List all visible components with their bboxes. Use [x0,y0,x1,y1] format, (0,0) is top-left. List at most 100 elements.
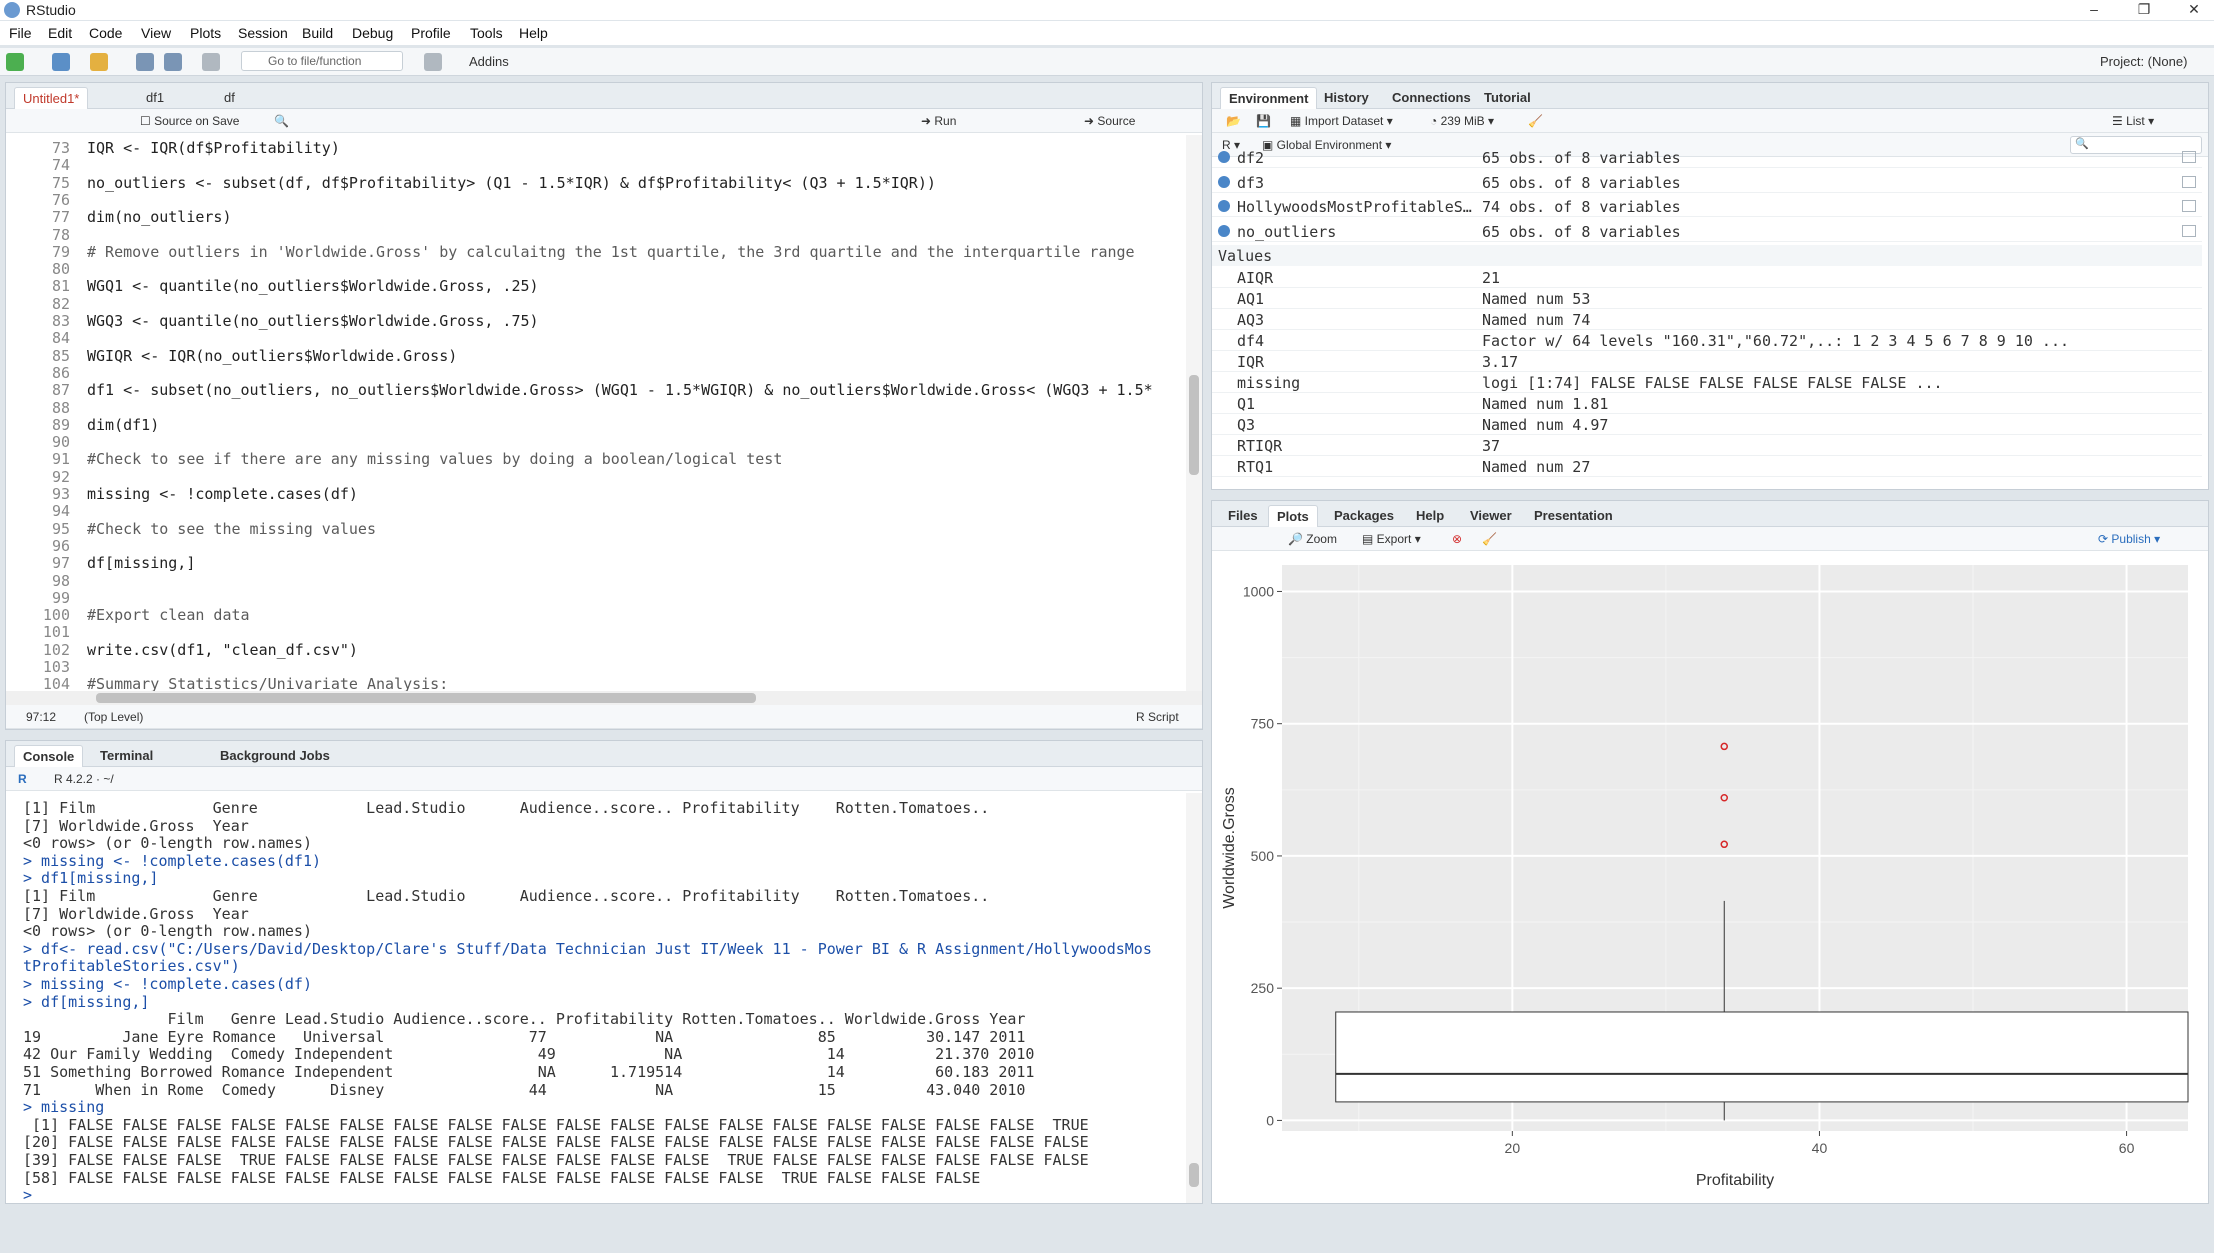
open-file-icon[interactable] [90,53,108,71]
grid-layout-icon[interactable] [424,53,442,71]
import-dataset-button[interactable]: ▦ Import Dataset ▾ [1290,114,1393,128]
view-data-icon[interactable] [2182,224,2196,237]
clear-workspace-icon[interactable]: 🧹 [1528,114,1543,128]
menu-view[interactable]: View [141,25,171,41]
expand-data-icon[interactable] [1218,200,1230,212]
source-button[interactable]: ➜ Source [1084,114,1135,128]
env-value-row[interactable]: AQ1 Named num 53 [1212,288,2202,309]
menu-session[interactable]: Session [238,25,288,41]
console-output[interactable]: [1] Film Genre Lead.Studio Audience..sco… [6,793,1186,1253]
file-type-selector[interactable]: R Script [1136,710,1179,724]
tab-background-jobs[interactable]: Background Jobs [212,745,338,767]
tab-files[interactable]: Files [1220,505,1266,527]
menu-plots[interactable]: Plots [190,25,221,41]
tab-untitled1[interactable]: Untitled1* [14,87,89,109]
code-line[interactable]: #Check to see the missing values [87,520,376,538]
publish-button[interactable]: ⟳ Publish ▾ [2098,532,2160,546]
code-line[interactable]: WGQ1 <- quantile(no_outliers$Worldwide.G… [87,277,539,295]
console-vscroll[interactable] [1186,793,1202,1203]
tab-presentation[interactable]: Presentation [1526,505,1621,527]
env-value-row[interactable]: AIQR 21 [1212,267,2202,288]
goto-file-input[interactable]: Go to file/function [241,51,403,71]
code-line[interactable]: #Summary Statistics/Univariate Analysis: [87,675,448,691]
memory-usage[interactable]: ◔ 239 MiB ▾ [1430,114,1494,128]
env-value-row[interactable]: AQ3 Named num 74 [1212,309,2202,330]
tab-packages[interactable]: Packages [1326,505,1402,527]
view-data-icon[interactable] [2182,200,2196,212]
expand-data-icon[interactable] [1218,224,1230,237]
save-all-icon[interactable] [164,53,182,71]
code-line[interactable]: # Remove outliers in 'Worldwide.Gross' b… [87,243,1135,261]
menu-tools[interactable]: Tools [470,25,503,41]
tab-df[interactable]: df [216,87,243,109]
menu-file[interactable]: File [9,25,32,41]
menu-code[interactable]: Code [89,25,122,41]
env-data-row[interactable]: df3 65 obs. of 8 variables [1212,172,2202,193]
print-icon[interactable] [202,53,220,71]
minimize-button[interactable]: – [2074,0,2114,20]
menu-help[interactable]: Help [519,25,548,41]
tab-help[interactable]: Help [1408,505,1452,527]
editor-hscroll-thumb[interactable] [96,693,756,703]
export-button[interactable]: ▤ Export ▾ [1362,532,1421,546]
code-line[interactable]: write.csv(df1, "clean_df.csv") [87,641,358,659]
project-menu[interactable]: Project: (None) [2100,54,2187,69]
addins-menu[interactable]: Addins [469,54,509,69]
tab-viewer[interactable]: Viewer [1462,505,1520,527]
console-vscroll-thumb[interactable] [1189,1163,1199,1187]
tab-terminal[interactable]: Terminal [92,745,161,767]
clear-plots-icon[interactable]: 🧹 [1482,532,1497,546]
env-value-row[interactable]: IQR 3.17 [1212,351,2202,372]
env-data-row[interactable]: df2 65 obs. of 8 variables [1212,147,2202,168]
save-icon[interactable] [136,53,154,71]
code-line[interactable]: #Export clean data [87,606,250,624]
view-mode-selector[interactable]: ☰ List ▾ [2112,114,2154,128]
search-icon[interactable]: 🔍 [274,114,289,128]
env-value-row[interactable]: Q3 Named num 4.97 [1212,414,2202,435]
env-value-row[interactable]: df4 Factor w/ 64 levels "160.31","60.72",… [1212,330,2202,351]
code-line[interactable]: IQR <- IQR(df$Profitability) [87,139,340,157]
tab-history[interactable]: History [1316,87,1377,109]
menu-edit[interactable]: Edit [48,25,72,41]
tab-console[interactable]: Console [14,745,84,767]
source-on-save-checkbox[interactable]: ☐ Source on Save [140,114,239,128]
tab-tutorial[interactable]: Tutorial [1476,87,1539,109]
menu-profile[interactable]: Profile [411,25,451,41]
close-button[interactable]: ✕ [2174,0,2214,20]
env-data-row[interactable]: HollywoodsMostProfitableS… 74 obs. of 8 v… [1212,196,2202,217]
scope-selector[interactable]: (Top Level) [84,710,143,724]
maximize-button[interactable]: ❐ [2124,0,2164,20]
menu-debug[interactable]: Debug [352,25,393,41]
env-value-row[interactable]: RTQ1 Named num 27 [1212,456,2202,477]
new-project-icon[interactable] [52,53,70,71]
run-button[interactable]: ➜ Run [921,114,956,128]
values-group-header[interactable]: Values [1212,245,2202,266]
code-line[interactable]: dim(df1) [87,416,159,434]
editor-vscroll[interactable] [1186,135,1202,691]
view-data-icon[interactable] [2182,175,2196,188]
tab-df1[interactable]: df1 [138,87,172,109]
code-line[interactable]: WGIQR <- IQR(no_outliers$Worldwide.Gross… [87,347,457,365]
load-workspace-icon[interactable]: 📂 [1226,114,1241,128]
editor-hscroll[interactable] [6,691,1202,705]
new-file-icon[interactable] [6,53,24,71]
tab-plots[interactable]: Plots [1268,505,1318,527]
menu-build[interactable]: Build [302,25,333,41]
code-line[interactable]: #Check to see if there are any missing v… [87,450,782,468]
code-line[interactable]: no_outliers <- subset(df, df$Profitabili… [87,174,936,192]
code-editor[interactable]: 73 IQR <- IQR(df$Profitability) 74 75 no_out… [6,135,1186,691]
env-value-row[interactable]: RTIQR 37 [1212,435,2202,456]
code-line[interactable]: missing <- !complete.cases(df) [87,485,358,503]
env-value-row[interactable]: Q1 Named num 1.81 [1212,393,2202,414]
tab-connections[interactable]: Connections [1384,87,1479,109]
env-value-row[interactable]: missing logi [1:74] FALSE FALSE FALSE FAL… [1212,372,2202,393]
zoom-button[interactable]: 🔎 Zoom [1288,532,1337,546]
code-line[interactable]: WGQ3 <- quantile(no_outliers$Worldwide.G… [87,312,539,330]
expand-data-icon[interactable] [1218,151,1230,163]
code-line[interactable]: df[missing,] [87,554,195,572]
save-workspace-icon[interactable]: 💾 [1256,114,1271,128]
editor-vscroll-thumb[interactable] [1189,375,1199,475]
view-data-icon[interactable] [2182,151,2196,163]
code-line[interactable]: dim(no_outliers) [87,208,232,226]
code-line[interactable]: df1 <- subset(no_outliers, no_outliers$W… [87,381,1153,399]
